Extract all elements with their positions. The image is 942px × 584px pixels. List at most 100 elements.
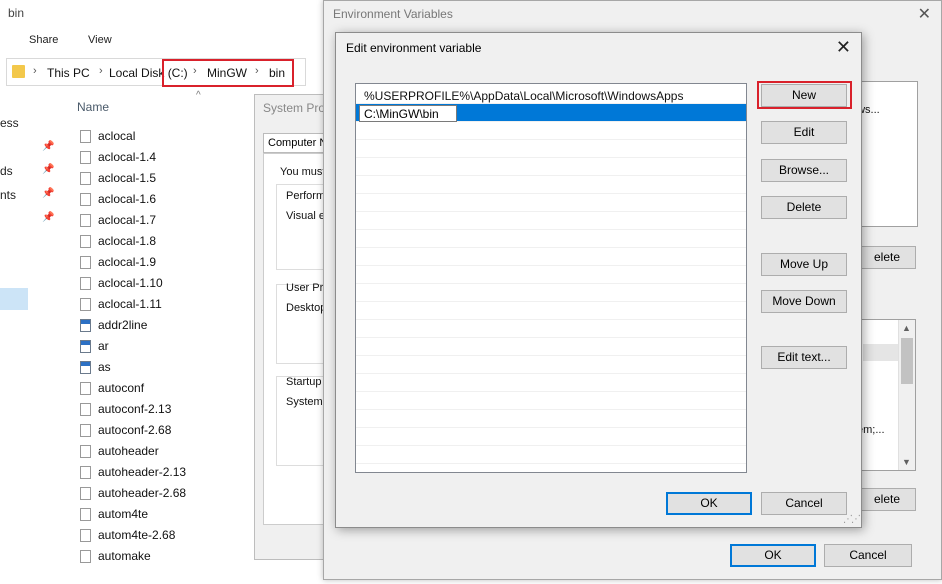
- window-title: Environment Variables: [333, 7, 453, 21]
- file-icon: [80, 172, 91, 185]
- list-item[interactable]: autoheader-2.13: [80, 462, 250, 482]
- file-name: autoconf: [98, 381, 145, 395]
- list-item[interactable]: aclocal-1.11: [80, 294, 250, 314]
- group-text: Desktop: [286, 302, 327, 314]
- file-icon: [80, 550, 91, 563]
- breadcrumb-this-pc[interactable]: This PC: [47, 66, 90, 80]
- path-value: %USERPROFILE%\AppData\Local\Microsoft\Wi…: [364, 89, 684, 103]
- empty-row: [356, 392, 746, 410]
- list-item[interactable]: aclocal-1.9: [80, 252, 250, 272]
- path-row[interactable]: %USERPROFILE%\AppData\Local\Microsoft\Wi…: [356, 86, 746, 104]
- ok-button[interactable]: OK: [666, 492, 752, 515]
- list-item[interactable]: aclocal-1.6: [80, 189, 250, 209]
- path-row-selected[interactable]: [356, 104, 746, 122]
- empty-row: [356, 284, 746, 302]
- chevron-right-icon: ›: [33, 65, 37, 77]
- empty-row: [356, 122, 746, 140]
- list-item[interactable]: aclocal-1.4: [80, 147, 250, 167]
- list-item[interactable]: aclocal: [80, 126, 250, 146]
- edit-button[interactable]: Edit: [761, 121, 847, 144]
- list-item[interactable]: autoconf-2.13: [80, 399, 250, 419]
- nav-item-quick-access[interactable]: ess: [0, 116, 19, 130]
- nav-item-documents[interactable]: nts: [0, 188, 16, 202]
- cancel-button[interactable]: Cancel: [824, 544, 912, 567]
- file-icon: [80, 235, 91, 248]
- pin-icon: 📌: [42, 141, 55, 152]
- pin-icon: 📌: [42, 164, 55, 175]
- application-icon: [80, 319, 91, 332]
- list-item[interactable]: aclocal-1.5: [80, 168, 250, 188]
- info-text: You must: [280, 166, 326, 178]
- file-name: ar: [98, 339, 109, 353]
- browse-button[interactable]: Browse...: [761, 159, 847, 182]
- sort-up-icon: ^: [196, 90, 201, 101]
- path-list[interactable]: %USERPROFILE%\AppData\Local\Microsoft\Wi…: [355, 83, 747, 473]
- delete-system-var-button[interactable]: elete: [858, 488, 916, 511]
- list-item[interactable]: autom4te-2.68: [80, 525, 250, 545]
- edit-environment-variable-dialog: Edit environment variable ✕ %USERPROFILE…: [335, 32, 862, 528]
- file-icon: [80, 193, 91, 206]
- empty-row: [356, 140, 746, 158]
- close-icon[interactable]: ✕: [836, 37, 851, 57]
- file-name: autom4te: [98, 507, 149, 521]
- empty-row: [356, 356, 746, 374]
- list-item-selected[interactable]: [863, 344, 903, 361]
- move-up-button[interactable]: Move Up: [761, 253, 847, 276]
- file-name: aclocal-1.5: [98, 171, 157, 185]
- highlight-box: [162, 59, 294, 87]
- list-item[interactable]: autoheader-2.68: [80, 483, 250, 503]
- pin-icon: 📌: [42, 212, 55, 223]
- list-item[interactable]: addr2line: [80, 315, 250, 335]
- list-item[interactable]: automake: [80, 546, 250, 566]
- chevron-right-icon: ›: [99, 65, 103, 77]
- file-icon: [80, 256, 91, 269]
- list-item[interactable]: as: [80, 357, 250, 377]
- file-name: autoheader: [98, 444, 159, 458]
- list-item[interactable]: aclocal-1.7: [80, 210, 250, 230]
- empty-row: [356, 338, 746, 356]
- empty-row: [356, 158, 746, 176]
- file-name: addr2line: [98, 318, 148, 332]
- list-item[interactable]: aclocal-1.10: [80, 273, 250, 293]
- file-name: aclocal-1.8: [98, 234, 157, 248]
- ok-button[interactable]: OK: [730, 544, 816, 567]
- close-icon[interactable]: ✕: [918, 4, 931, 24]
- folder-icon: [12, 65, 25, 78]
- list-item[interactable]: aclocal-1.8: [80, 231, 250, 251]
- delete-user-var-button[interactable]: elete: [858, 246, 916, 269]
- empty-row: [356, 230, 746, 248]
- file-icon: [80, 214, 91, 227]
- file-icon: [80, 298, 91, 311]
- scroll-up-icon[interactable]: ▲: [902, 323, 911, 333]
- empty-row: [356, 212, 746, 230]
- scroll-down-icon[interactable]: ▼: [902, 457, 911, 467]
- file-name: autoheader-2.13: [98, 465, 187, 479]
- scrollbar[interactable]: ▲ ▼: [898, 320, 915, 470]
- delete-button[interactable]: Delete: [761, 196, 847, 219]
- cancel-button[interactable]: Cancel: [761, 492, 847, 515]
- nav-item-selected[interactable]: [0, 288, 28, 310]
- resize-grip-icon[interactable]: ⋰⋰: [843, 514, 861, 525]
- move-down-button[interactable]: Move Down: [761, 290, 847, 313]
- column-header-name[interactable]: Name: [77, 100, 109, 114]
- empty-row: [356, 248, 746, 266]
- file-name: aclocal-1.11: [98, 297, 162, 311]
- scroll-thumb[interactable]: [901, 338, 913, 384]
- path-edit-input[interactable]: [359, 105, 457, 122]
- edit-text-button[interactable]: Edit text...: [761, 346, 847, 369]
- menu-share[interactable]: Share: [29, 34, 58, 46]
- list-item[interactable]: ar: [80, 336, 250, 356]
- application-icon: [80, 361, 91, 374]
- empty-row: [356, 464, 746, 472]
- empty-row: [356, 410, 746, 428]
- list-item[interactable]: autoheader: [80, 441, 250, 461]
- empty-row: [356, 428, 746, 446]
- list-item[interactable]: autom4te: [80, 504, 250, 524]
- menu-view[interactable]: View: [88, 34, 112, 46]
- list-item[interactable]: autoconf: [80, 378, 250, 398]
- file-icon: [80, 508, 91, 521]
- nav-item-downloads[interactable]: ds: [0, 164, 13, 178]
- list-item[interactable]: autoconf-2.68: [80, 420, 250, 440]
- empty-row: [356, 320, 746, 338]
- window-title: System Prop: [263, 101, 332, 115]
